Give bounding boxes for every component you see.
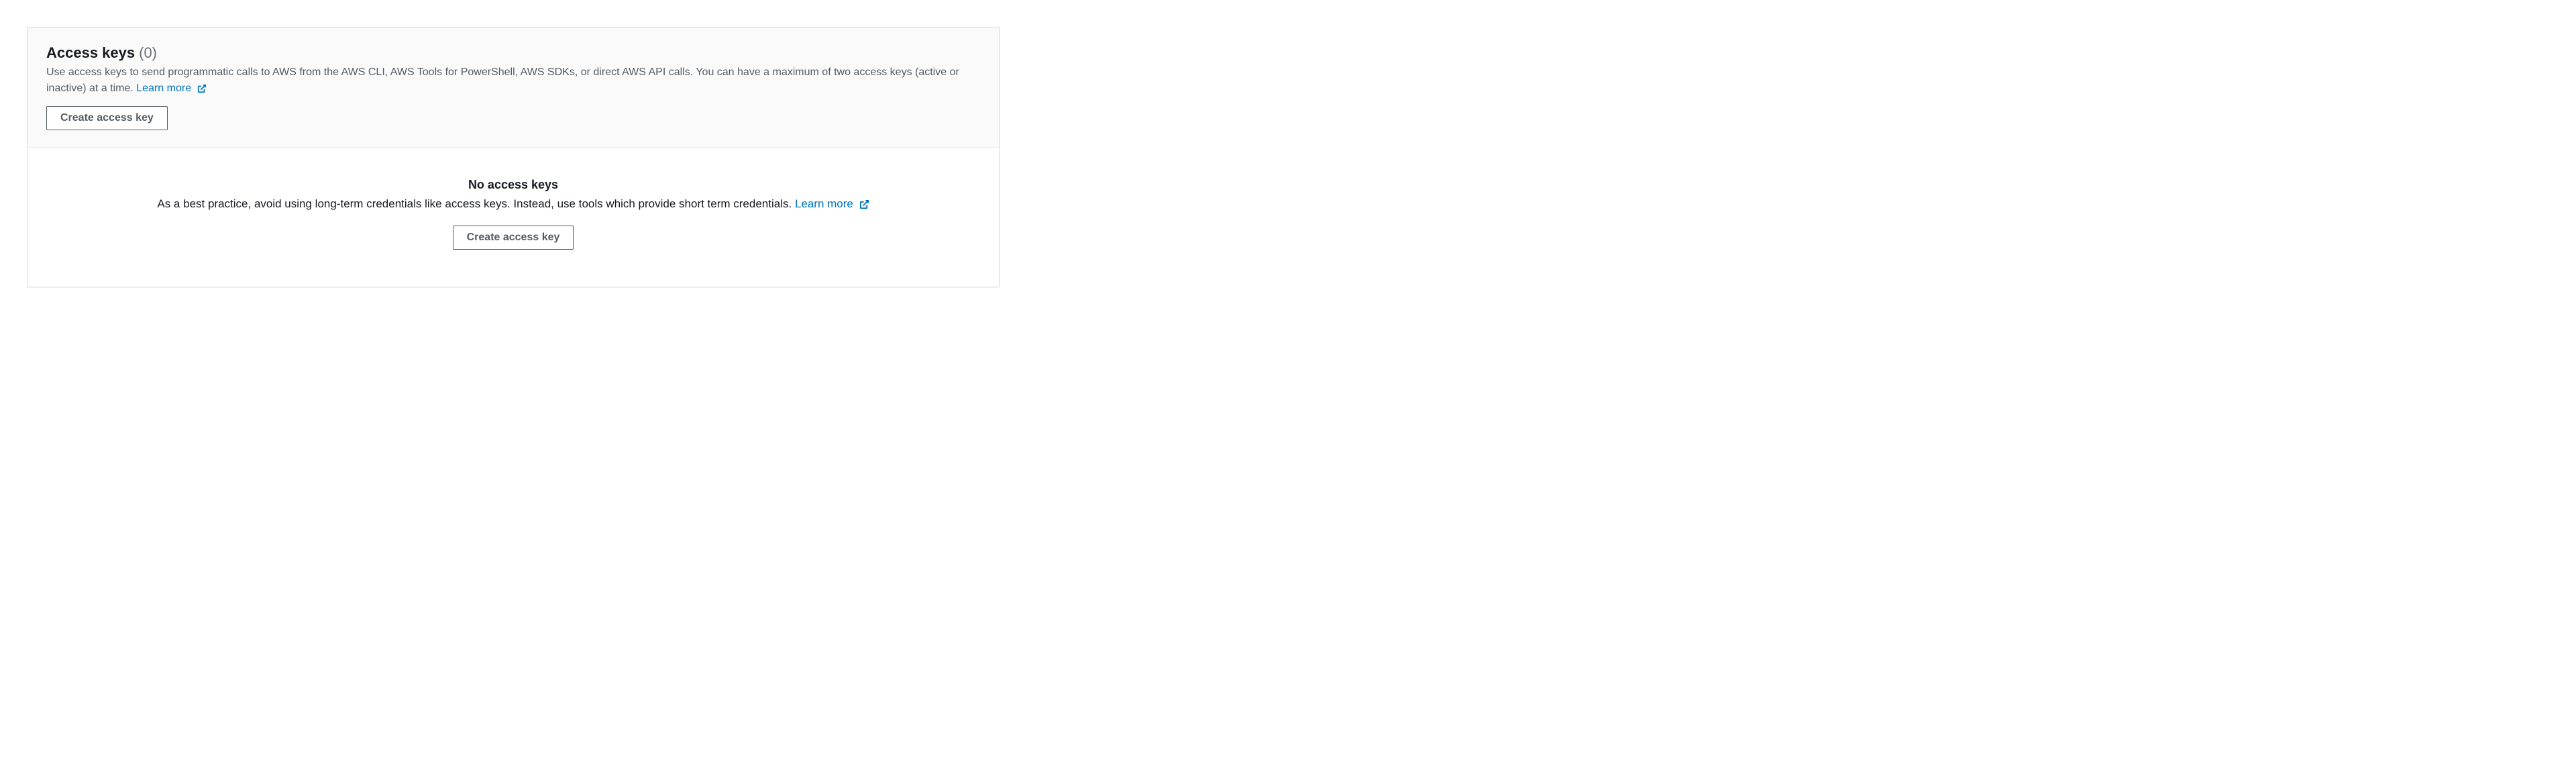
learn-more-link-body[interactable]: Learn more <box>795 197 869 210</box>
learn-more-label: Learn more <box>136 83 191 94</box>
learn-more-label-body: Learn more <box>795 197 853 210</box>
external-link-icon <box>859 199 869 209</box>
panel-title: Access keys <box>46 44 135 62</box>
panel-header: Access keys (0) Use access keys to send … <box>28 28 999 148</box>
panel-body-empty-state: No access keys As a best practice, avoid… <box>28 148 999 287</box>
panel-title-row: Access keys (0) <box>46 44 980 62</box>
learn-more-link-header[interactable]: Learn more <box>136 83 206 94</box>
create-access-key-button-body[interactable]: Create access key <box>453 226 574 250</box>
access-keys-panel: Access keys (0) Use access keys to send … <box>27 27 1000 287</box>
empty-state-description: As a best practice, avoid using long-ter… <box>46 197 980 211</box>
panel-description: Use access keys to send programmatic cal… <box>46 64 980 97</box>
create-access-key-button-header[interactable]: Create access key <box>46 106 168 130</box>
empty-state-description-text: As a best practice, avoid using long-ter… <box>157 197 795 210</box>
empty-state-title: No access keys <box>46 178 980 192</box>
panel-count: (0) <box>139 44 157 62</box>
external-link-icon <box>197 84 207 93</box>
